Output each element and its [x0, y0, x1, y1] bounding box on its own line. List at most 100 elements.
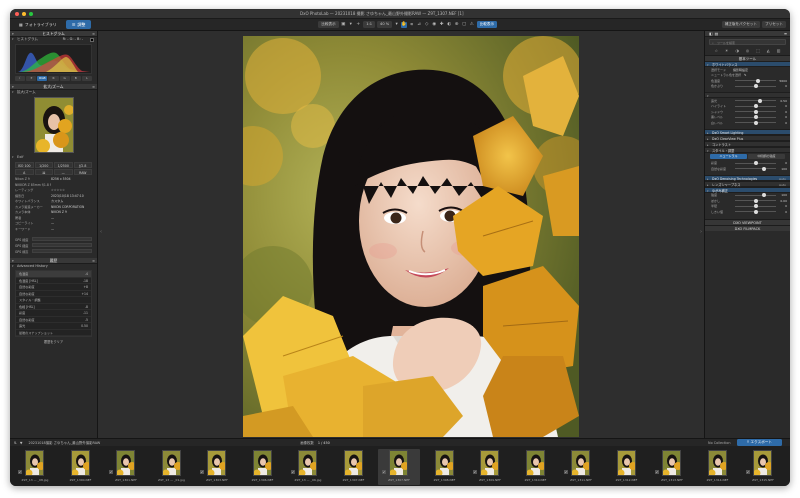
- chevron-down-icon[interactable]: ▾: [348, 22, 354, 28]
- channel-g-button[interactable]: G: [59, 76, 70, 81]
- slider-value[interactable]: 0: [778, 161, 787, 165]
- filmstrip-thumbnail[interactable]: ✓ Z9T_1303.NEF: [196, 449, 238, 485]
- slider-value[interactable]: 0: [778, 121, 787, 125]
- local-adjust-icon[interactable]: ◐: [446, 22, 452, 28]
- export-button[interactable]: ⇪ エクスポート: [736, 439, 782, 446]
- tab-customize[interactable]: ☰ 調整: [65, 20, 92, 29]
- slider-knob[interactable]: [753, 198, 758, 203]
- history-item[interactable]: 最後のスナップショット: [16, 330, 91, 336]
- exif-subheader[interactable]: ▾ Exif: [10, 155, 97, 160]
- slider-value[interactable]: 0: [778, 210, 787, 214]
- slider-knob[interactable]: [758, 98, 763, 103]
- filmpack-header[interactable]: DXO FILMPACK: [705, 224, 790, 231]
- hand-tool-icon[interactable]: ✋: [401, 21, 408, 28]
- slider-track[interactable]: [735, 98, 776, 103]
- filmstrip-thumbnail[interactable]: Z9T_1308.NEF: [424, 449, 466, 485]
- wb-mode-select[interactable]: 撮影時設定: [733, 68, 748, 72]
- gps-longitude-field[interactable]: [32, 242, 92, 248]
- navigator-subheader[interactable]: ▾ 拡大/ズーム: [10, 90, 97, 95]
- slider-value[interactable]: 100: [778, 167, 787, 171]
- style-midtone-button[interactable]: 中間調の強度: [748, 154, 785, 159]
- navigator-preview[interactable]: [33, 97, 74, 153]
- slider-track[interactable]: [735, 104, 776, 109]
- slider-value[interactable]: 0: [778, 110, 787, 114]
- filmstrip-thumbnail[interactable]: ✓ Z9T_1313.NEF: [651, 449, 693, 485]
- slider-track[interactable]: [735, 166, 776, 171]
- slider-knob[interactable]: [761, 193, 766, 198]
- slider-value[interactable]: 0: [778, 84, 787, 88]
- light-icon[interactable]: ☀: [725, 48, 729, 53]
- compare-view-button[interactable]: 比較表示: [476, 21, 498, 28]
- histogram-subheader[interactable]: ▾ ヒストグラム R: - G: - B: -: [10, 37, 97, 42]
- close-window-button[interactable]: [15, 11, 19, 16]
- checkmark-icon[interactable]: ✓: [473, 470, 477, 474]
- filmstrip-thumbnail[interactable]: ✓ Z9T_1315.NEF: [742, 449, 784, 485]
- slider-knob[interactable]: [753, 204, 758, 209]
- chevron-down-icon[interactable]: ▾: [394, 22, 400, 28]
- slider-knob[interactable]: [753, 104, 758, 109]
- slider-knob[interactable]: [753, 209, 758, 214]
- checkmark-icon[interactable]: ✓: [18, 470, 22, 474]
- filmstrip-thumbnail[interactable]: Z9T_1307.NEF: [333, 449, 375, 485]
- channel-b-button[interactable]: B: [70, 76, 81, 81]
- compare-button[interactable]: 比較表示: [318, 21, 339, 28]
- presets-button[interactable]: プリセット: [762, 21, 786, 28]
- filmstrip-thumbnail[interactable]: ✓ Z9T_13 — _06.jpg: [287, 449, 329, 485]
- geometry-icon[interactable]: ⬚: [756, 48, 760, 53]
- filmstrip-thumbnail[interactable]: Z9T_1310.NEF: [515, 449, 557, 485]
- minimize-window-button[interactable]: [22, 11, 26, 16]
- channel-l-button[interactable]: L: [81, 76, 92, 81]
- filmstrip-thumbnail[interactable]: ✓ Z9T_1301.NEF: [105, 449, 147, 485]
- filmstrip-thumbnail[interactable]: Z9T_1312.NEF: [606, 449, 648, 485]
- local-icon[interactable]: ◭: [767, 48, 770, 53]
- filmstrip-thumbnail[interactable]: Z9T_1306.NEF: [242, 449, 284, 485]
- main-photo[interactable]: [243, 36, 579, 437]
- collection-select[interactable]: No Collection: [708, 441, 730, 445]
- gps-latitude-field[interactable]: [32, 236, 92, 242]
- panel-menu-icon[interactable]: ≡: [784, 31, 787, 37]
- mask-icon[interactable]: ▢: [461, 22, 467, 28]
- style-neutral-button[interactable]: ニュートラル: [710, 154, 747, 159]
- slider-value[interactable]: 0: [778, 115, 787, 119]
- exposure-section[interactable]: ▾: [705, 92, 790, 98]
- zoom-one-to-one-button[interactable]: 1:1: [363, 21, 376, 28]
- moon-icon[interactable]: ☾: [15, 76, 26, 81]
- checkmark-icon[interactable]: ✓: [564, 470, 568, 474]
- film-icon[interactable]: ▥: [777, 48, 781, 53]
- slider-knob[interactable]: [761, 166, 766, 171]
- tool-search-input[interactable]: ⌕ ツールを検索: [709, 39, 786, 45]
- slider-track[interactable]: [735, 115, 776, 120]
- slider-knob[interactable]: [753, 120, 758, 125]
- slider-value[interactable]: 0: [778, 204, 787, 208]
- slider-knob[interactable]: [753, 109, 758, 114]
- zoom-window-button[interactable]: [29, 11, 33, 16]
- slider-value[interactable]: 5600: [778, 79, 787, 83]
- tools-icon[interactable]: ◧: [709, 31, 713, 37]
- slider-track[interactable]: [735, 198, 776, 203]
- slider-knob[interactable]: [753, 115, 758, 120]
- checkmark-icon[interactable]: ✓: [382, 470, 386, 474]
- zoom-level-select[interactable]: 40 %: [377, 21, 393, 28]
- slider-track[interactable]: [735, 109, 776, 114]
- checkmark-icon[interactable]: ✓: [200, 470, 204, 474]
- layout-icon[interactable]: ▣: [340, 22, 346, 28]
- slider-value[interactable]: 0.50: [778, 99, 787, 103]
- gps-altitude-field[interactable]: [32, 248, 92, 254]
- slider-value[interactable]: 0.00: [778, 199, 787, 203]
- repair-icon[interactable]: ✚: [439, 22, 445, 28]
- tab-photo-library[interactable]: ▦ フォトライブラリ: [13, 20, 63, 29]
- checkmark-icon[interactable]: ✓: [109, 470, 113, 474]
- checkmark-icon[interactable]: ✓: [655, 470, 659, 474]
- filmstrip-thumbnail[interactable]: Z9T_13 — _01.jpg: [151, 449, 193, 485]
- slider-knob[interactable]: [753, 161, 758, 166]
- plus-icon[interactable]: +: [355, 22, 361, 28]
- color-icon[interactable]: ◑: [735, 48, 739, 53]
- distortion-section[interactable]: ▾ ゆがみ補正: [705, 186, 790, 193]
- perspective-icon[interactable]: ◇: [424, 22, 430, 28]
- collapse-left-icon[interactable]: ‹: [100, 229, 102, 235]
- channel-r-button[interactable]: R: [48, 76, 59, 81]
- slider-value[interactable]: 100: [778, 193, 787, 197]
- history-subheader[interactable]: ▾ Advanced History: [10, 264, 97, 269]
- slider-value[interactable]: 0: [778, 104, 787, 108]
- slider-track[interactable]: [735, 161, 776, 166]
